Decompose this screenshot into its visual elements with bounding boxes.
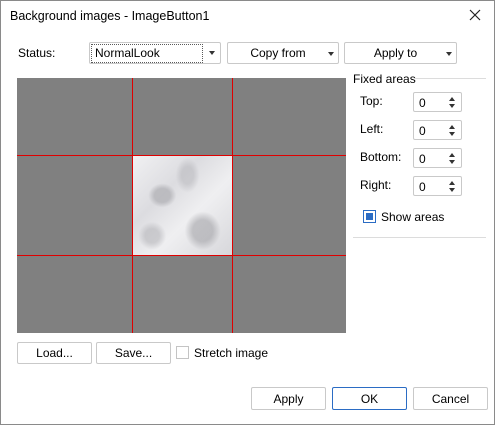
- save-button[interactable]: Save...: [96, 342, 171, 364]
- right-spinner[interactable]: 0: [413, 176, 462, 196]
- status-select-value: NormalLook: [91, 44, 203, 63]
- spin-down-icon[interactable]: [449, 160, 455, 164]
- copy-from-label: Copy from: [250, 46, 306, 60]
- chevron-down-icon: [446, 52, 452, 56]
- load-label: Load...: [36, 346, 73, 360]
- fixed-areas-divider: [414, 78, 486, 79]
- spin-down-icon[interactable]: [449, 132, 455, 136]
- ok-label: OK: [360, 391, 379, 406]
- status-select[interactable]: NormalLook: [89, 42, 221, 64]
- show-areas-checkbox[interactable]: [363, 210, 376, 223]
- spin-down-icon[interactable]: [449, 188, 455, 192]
- left-value: 0: [419, 124, 426, 138]
- fixed-area-right-line[interactable]: [232, 78, 233, 333]
- top-label: Top:: [360, 94, 383, 108]
- cancel-label: Cancel: [431, 391, 470, 406]
- save-label: Save...: [114, 346, 153, 360]
- spin-down-icon[interactable]: [449, 104, 455, 108]
- apply-button[interactable]: Apply: [251, 387, 326, 410]
- right-label: Right:: [360, 178, 392, 192]
- apply-to-label: Apply to: [373, 46, 418, 60]
- fixed-areas-bottom-divider: [353, 237, 486, 238]
- image-preview[interactable]: [17, 78, 346, 333]
- top-spinner[interactable]: 0: [413, 92, 462, 112]
- show-areas-label: Show areas: [381, 210, 445, 224]
- left-label: Left:: [360, 122, 384, 136]
- top-value: 0: [419, 96, 426, 110]
- fixed-area-bottom-line[interactable]: [17, 255, 346, 256]
- close-icon: [469, 9, 481, 21]
- chevron-down-icon: [328, 52, 334, 56]
- spin-up-icon[interactable]: [449, 153, 455, 157]
- load-button[interactable]: Load...: [17, 342, 92, 364]
- fixed-area-top-line[interactable]: [17, 155, 346, 156]
- stretch-image-label: Stretch image: [194, 346, 269, 360]
- fixed-area-left-line[interactable]: [132, 78, 133, 333]
- right-value: 0: [419, 180, 426, 194]
- bottom-label: Bottom:: [360, 150, 402, 164]
- copy-from-button[interactable]: Copy from: [227, 42, 339, 64]
- stretch-image-checkbox[interactable]: [176, 346, 189, 359]
- bottom-spinner[interactable]: 0: [413, 148, 462, 168]
- spin-up-icon[interactable]: [449, 181, 455, 185]
- chevron-down-icon: [209, 51, 215, 55]
- close-button[interactable]: [462, 3, 488, 27]
- spin-up-icon[interactable]: [449, 97, 455, 101]
- apply-to-button[interactable]: Apply to: [344, 42, 457, 64]
- title-bar: Background images - ImageButton1: [1, 1, 494, 31]
- dialog-title: Background images - ImageButton1: [10, 9, 210, 23]
- status-label: Status:: [18, 46, 56, 60]
- bottom-value: 0: [419, 152, 426, 166]
- left-spinner[interactable]: 0: [413, 120, 462, 140]
- apply-label: Apply: [273, 391, 304, 406]
- ok-button[interactable]: OK: [332, 387, 407, 410]
- spin-up-icon[interactable]: [449, 125, 455, 129]
- background-image-tile: [132, 155, 233, 256]
- fixed-areas-heading: Fixed areas: [353, 72, 416, 86]
- dialog-window: Background images - ImageButton1 Status:…: [0, 0, 495, 425]
- cancel-button[interactable]: Cancel: [413, 387, 488, 410]
